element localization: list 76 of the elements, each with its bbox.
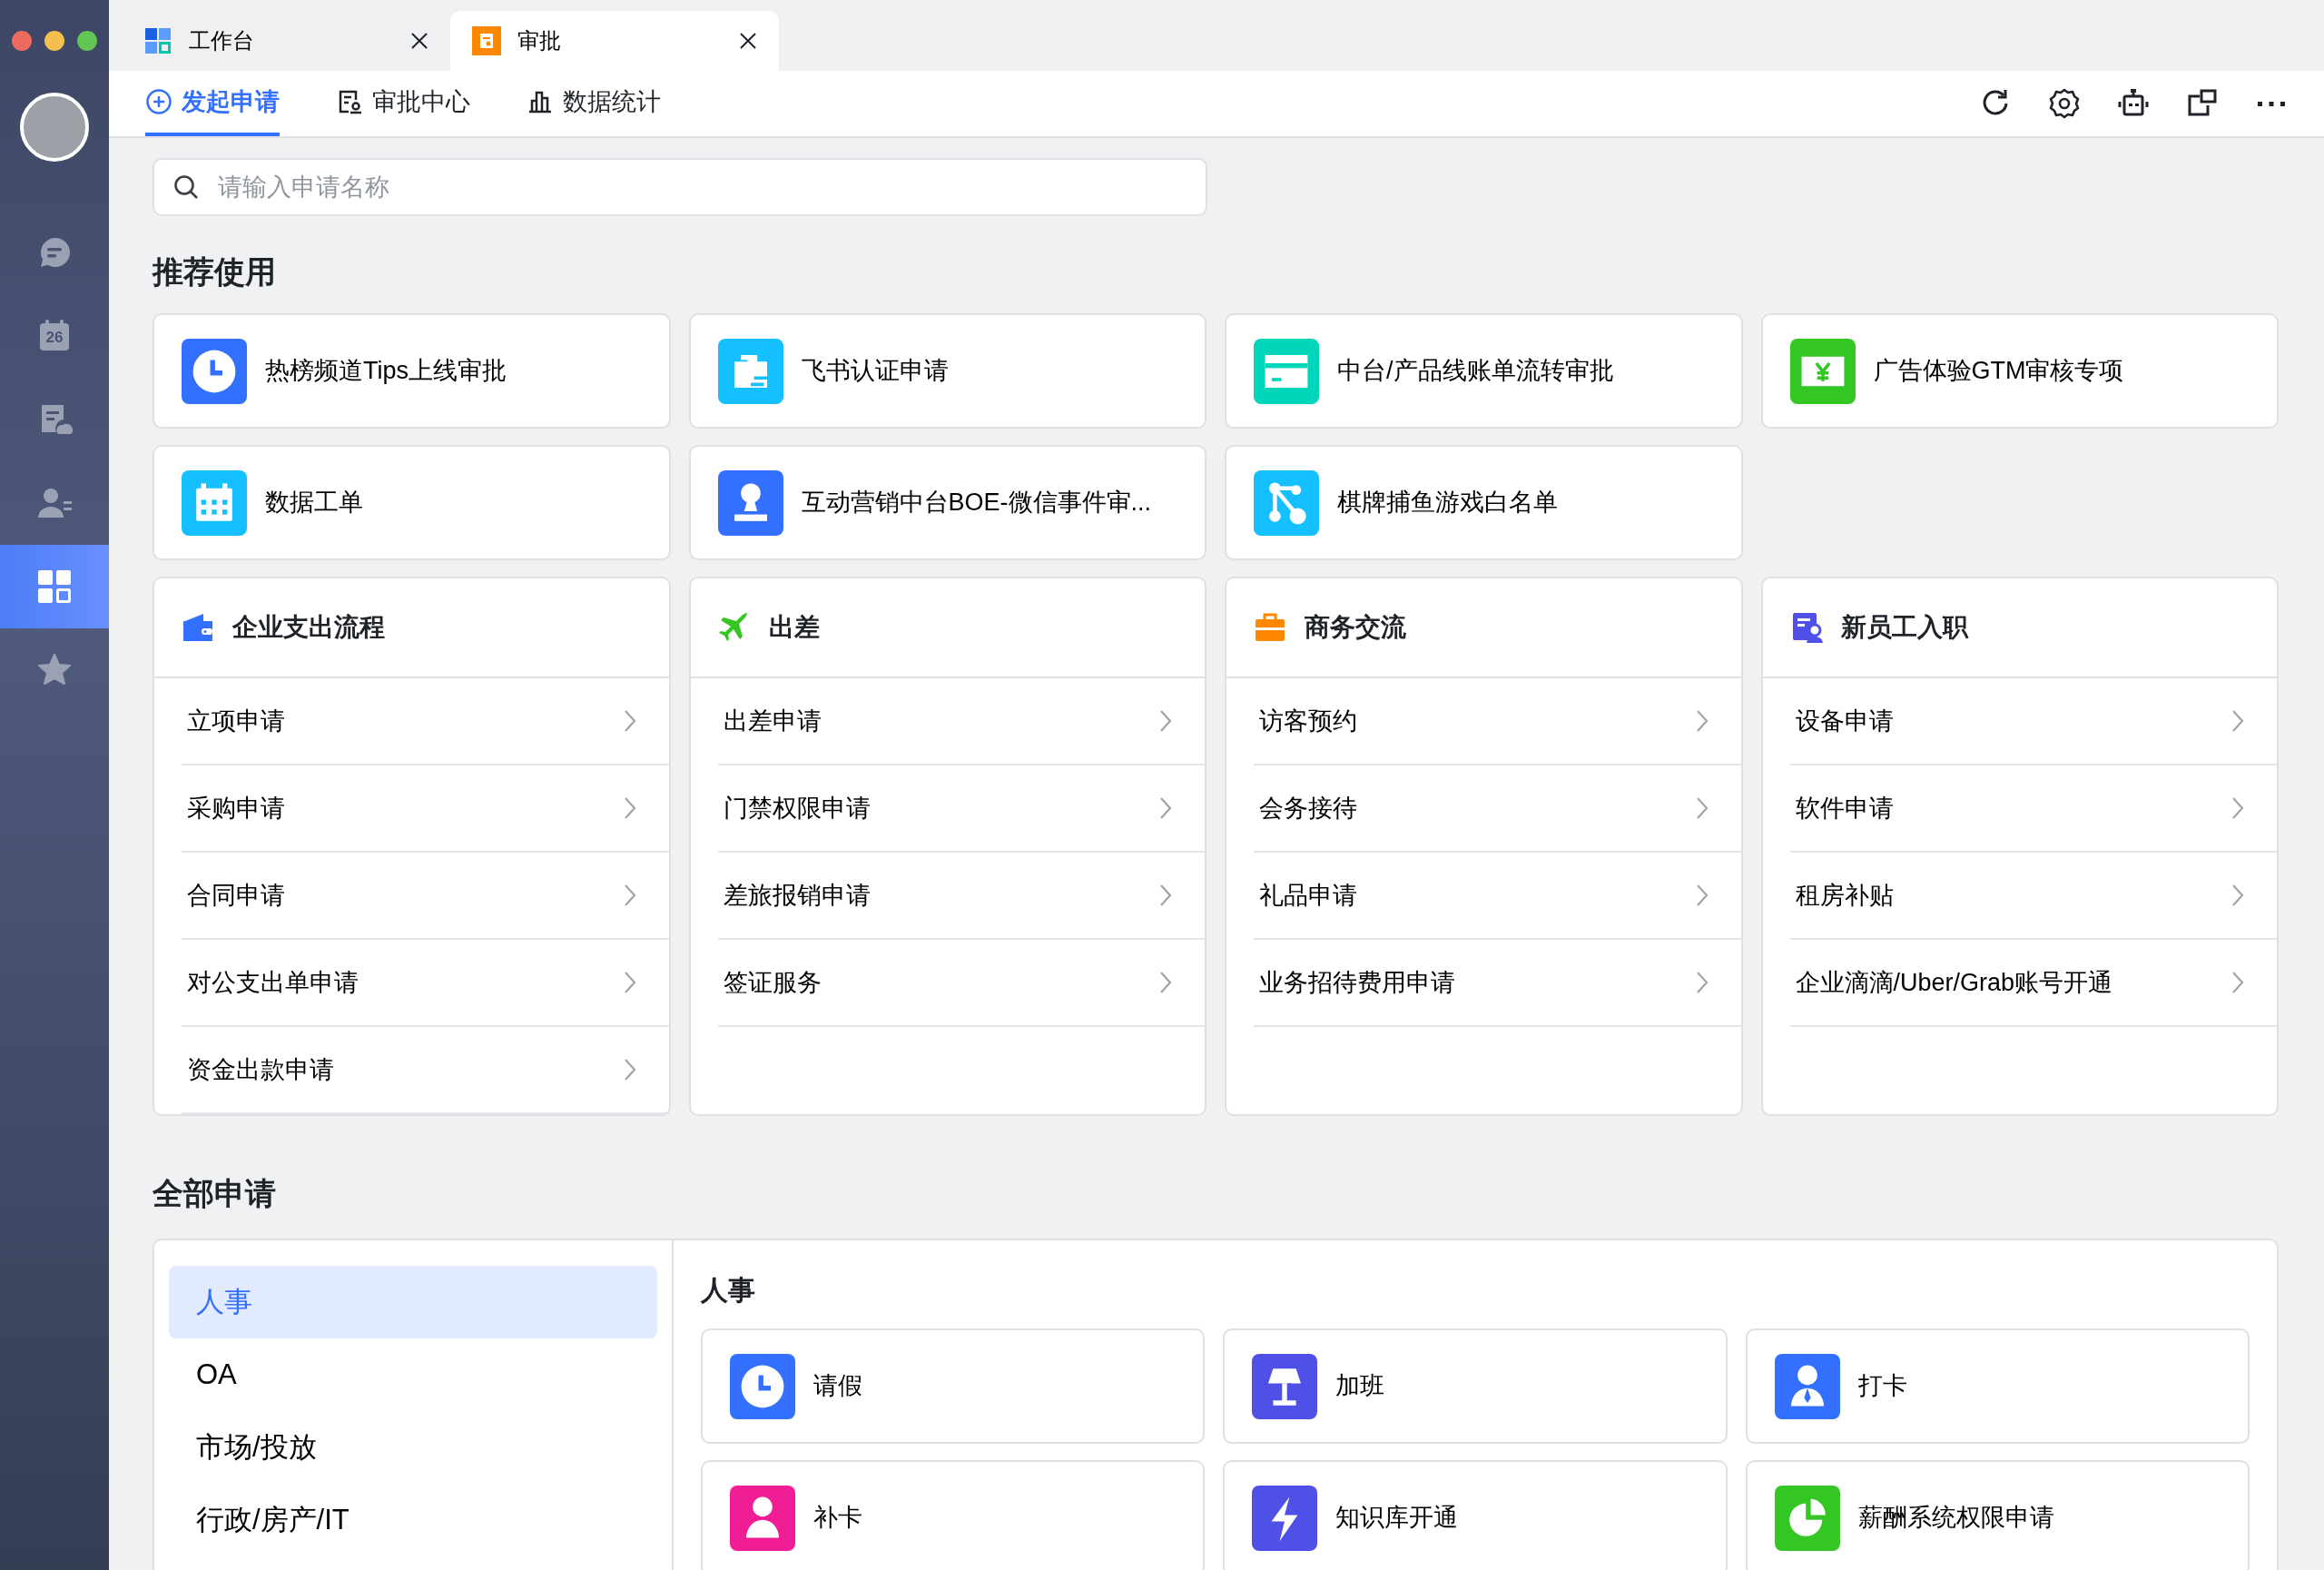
category-item[interactable]: 行政/房产/IT — [169, 1484, 657, 1556]
chevron-right-icon — [1695, 796, 1709, 820]
window-control[interactable] — [12, 31, 32, 51]
form-link[interactable]: 设备申请 — [1789, 678, 2277, 765]
category-title: 出差 — [768, 612, 820, 643]
chevron-right-icon — [1695, 884, 1709, 907]
app-card[interactable]: 飞书认证申请 — [688, 313, 1206, 429]
form-link[interactable]: 会务接待 — [1254, 765, 1741, 853]
chevron-right-icon — [2231, 884, 2244, 907]
apps-icon — [143, 26, 172, 55]
form-link[interactable]: 合同申请 — [182, 853, 669, 940]
chevron-right-icon — [1159, 796, 1172, 820]
nav-tab[interactable]: 数据统计 — [527, 71, 661, 136]
category-title: 企业支出流程 — [232, 612, 385, 643]
form-link[interactable]: 资金出款申请 — [182, 1027, 669, 1114]
chevron-right-icon — [2231, 709, 2244, 733]
nav-tab[interactable]: 审批中心 — [336, 71, 470, 136]
calendar-date: 26 — [44, 329, 64, 347]
app-card[interactable]: 请假 — [701, 1328, 1206, 1444]
group-title: 人事 — [701, 1274, 756, 1307]
chevron-right-icon — [623, 971, 636, 994]
app-card[interactable]: 互动营销中台BOE-微信事件审... — [688, 445, 1206, 560]
chevron-right-icon — [1695, 971, 1709, 994]
app-card[interactable]: 加班 — [1223, 1328, 1728, 1444]
sidebar-item[interactable] — [0, 545, 109, 628]
form-link[interactable]: 软件申请 — [1789, 765, 2277, 853]
category-title: 新员工入职 — [1840, 612, 1968, 643]
category-title: 商务交流 — [1305, 612, 1406, 643]
close-icon — [410, 32, 428, 50]
form-link[interactable]: 采购申请 — [182, 765, 669, 853]
chevron-right-icon — [1159, 709, 1172, 733]
form-link[interactable]: 出差申请 — [717, 678, 1205, 765]
approval-icon — [472, 26, 501, 55]
form-link[interactable]: 立项申请 — [182, 678, 669, 765]
window-tab[interactable]: 审批 — [450, 11, 779, 71]
app-card[interactable]: 数据工单 — [153, 445, 671, 560]
plus-circle-icon — [145, 88, 172, 115]
form-link[interactable]: 租房补贴 — [1789, 853, 2277, 940]
chevron-right-icon — [1695, 709, 1709, 733]
chevron-right-icon — [623, 884, 636, 907]
app-card[interactable]: 广告体验GTM审核专项 — [1760, 313, 2279, 429]
settings-icon[interactable] — [2048, 87, 2081, 120]
app-card[interactable]: 中台/产品线账单流转审批 — [1225, 313, 1743, 429]
category-item[interactable]: 人事 — [169, 1266, 657, 1338]
chevron-right-icon — [2231, 971, 2244, 994]
chevron-right-icon — [623, 1058, 636, 1081]
app-card[interactable]: 知识库开通 — [1223, 1460, 1728, 1570]
form-link[interactable]: 业务招待费用申请 — [1254, 940, 1741, 1027]
chevron-right-icon — [1159, 971, 1172, 994]
category-item[interactable]: OA — [169, 1338, 657, 1411]
chevron-right-icon — [623, 709, 636, 733]
app-card[interactable]: 热榜频道Tips上线审批 — [153, 313, 671, 429]
section-title: 全部申请 — [153, 1175, 277, 1212]
form-link[interactable]: 差旅报销申请 — [717, 853, 1205, 940]
app-card[interactable]: 补卡 — [701, 1460, 1206, 1570]
search-field[interactable]: 请输入申请名称 — [153, 158, 1207, 216]
form-link[interactable]: 签证服务 — [717, 940, 1205, 1027]
form-link[interactable]: 门禁权限申请 — [717, 765, 1205, 853]
form-link[interactable]: 对公支出单申请 — [182, 940, 669, 1027]
app-card[interactable]: 薪酬系统权限申请 — [1745, 1460, 2250, 1570]
app-card[interactable]: 打卡 — [1745, 1328, 2250, 1444]
close-icon — [739, 32, 757, 50]
section-title: 推荐使用 — [153, 253, 277, 291]
app-card[interactable]: 棋牌捕鱼游戏白名单 — [1225, 445, 1743, 560]
window-control[interactable] — [44, 31, 64, 51]
form-link[interactable]: 访客预约 — [1254, 678, 1741, 765]
chevron-right-icon — [1159, 884, 1172, 907]
form-link[interactable]: 企业滴滴/Uber/Grab账号开通 — [1789, 940, 2277, 1027]
chevron-right-icon — [623, 796, 636, 820]
window-tab[interactable]: 工作台 — [122, 11, 450, 71]
chevron-right-icon — [2231, 796, 2244, 820]
window-control[interactable] — [77, 31, 97, 51]
category-item[interactable]: 市场/投放 — [169, 1411, 657, 1484]
grid-icon — [36, 568, 73, 605]
nav-tab[interactable]: 发起申请 — [145, 71, 280, 136]
form-link[interactable]: 礼品申请 — [1254, 853, 1741, 940]
